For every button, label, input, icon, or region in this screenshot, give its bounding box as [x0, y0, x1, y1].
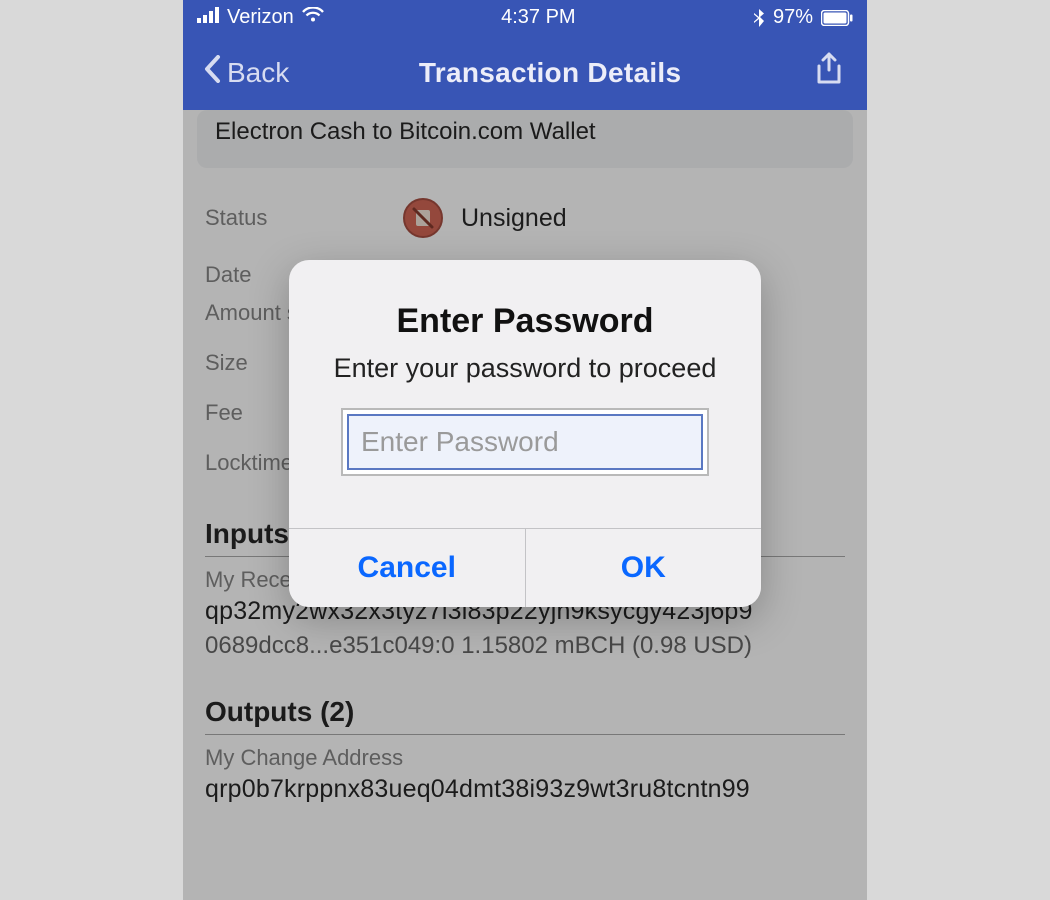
back-label: Back: [227, 57, 289, 89]
page-title: Transaction Details: [289, 57, 811, 89]
alert-input-wrap: [341, 408, 709, 476]
phone-screen: Verizon 4:37 PM 97% Back Transaction Det…: [183, 0, 867, 900]
bluetooth-icon: [753, 9, 765, 27]
alert-title: Enter Password: [317, 302, 733, 341]
carrier-label: Verizon: [227, 6, 294, 29]
signal-icon: [197, 6, 219, 29]
share-button[interactable]: [811, 55, 847, 91]
share-icon: [814, 52, 844, 93]
password-input[interactable]: [347, 414, 703, 470]
clock-label: 4:37 PM: [501, 6, 575, 29]
status-bar: Verizon 4:37 PM 97%: [183, 0, 867, 35]
battery-percent: 97%: [773, 6, 813, 29]
nav-bar: Back Transaction Details: [183, 35, 867, 110]
ok-button[interactable]: OK: [525, 529, 762, 607]
back-button[interactable]: Back: [203, 55, 289, 90]
cancel-button[interactable]: Cancel: [289, 529, 525, 607]
alert-message: Enter your password to proceed: [317, 351, 733, 386]
chevron-left-icon: [203, 55, 221, 90]
wifi-icon: [302, 6, 324, 29]
password-alert: Enter Password Enter your password to pr…: [289, 260, 761, 607]
battery-icon: [821, 10, 853, 26]
